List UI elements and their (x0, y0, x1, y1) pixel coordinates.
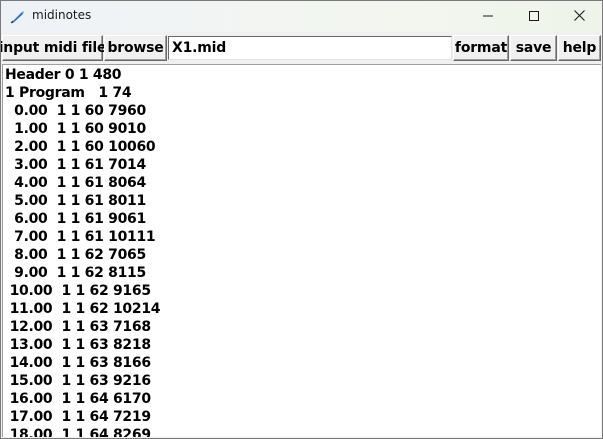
text-line: 7.00 1 1 61 10111 (5, 229, 156, 245)
text-line: 1.00 1 1 60 9010 (5, 121, 146, 137)
text-line: 13.00 1 1 63 8218 (5, 337, 152, 353)
minimize-button[interactable] (465, 1, 511, 32)
text-line: 17.00 1 1 64 7219 (5, 409, 152, 425)
text-line: 16.00 1 1 64 6170 (5, 391, 152, 407)
text-line: 9.00 1 1 62 8115 (5, 265, 146, 281)
format-button[interactable]: format (453, 35, 509, 61)
text-line: 18.00 1 1 64 8269 (5, 427, 152, 437)
text-line: 6.00 1 1 61 9061 (5, 211, 146, 227)
feather-pen-icon (9, 9, 25, 25)
input-midi-file-button[interactable]: input midi file (1, 35, 106, 61)
minimize-icon (483, 8, 493, 26)
app-window: midinotes input midi file browse X1.mid … (0, 0, 603, 439)
text-line: 5.00 1 1 61 8011 (5, 193, 146, 209)
close-button[interactable] (556, 1, 602, 32)
text-line: 15.00 1 1 63 9216 (5, 373, 152, 389)
save-button[interactable]: save (510, 35, 557, 61)
text-line: 8.00 1 1 62 7065 (5, 247, 146, 263)
text-line: 0.00 1 1 60 7960 (5, 103, 146, 119)
text-line: 10.00 1 1 62 9165 (5, 283, 152, 299)
text-line: 4.00 1 1 61 8064 (5, 175, 146, 191)
window-title: midinotes (32, 8, 92, 22)
text-line: 12.00 1 1 63 7168 (5, 319, 152, 335)
close-icon (573, 8, 585, 26)
output-text-area[interactable]: Header 0 1 480 1 Program 1 74 0.00 1 1 6… (2, 64, 601, 437)
browse-button[interactable]: browse (104, 35, 167, 61)
maximize-icon (529, 8, 539, 26)
maximize-button[interactable] (511, 1, 557, 32)
text-line: 2.00 1 1 60 10060 (5, 139, 156, 155)
toolbar: input midi file browse format save help (1, 34, 602, 64)
text-line: Header 0 1 480 (5, 67, 122, 83)
text-line: 3.00 1 1 61 7014 (5, 157, 146, 173)
help-button[interactable]: help (558, 35, 601, 61)
text-line: 11.00 1 1 62 10214 (5, 301, 161, 317)
title-bar[interactable]: midinotes (1, 1, 602, 32)
text-line: 1 Program 1 74 (5, 85, 132, 101)
midi-file-input[interactable] (168, 36, 452, 60)
text-line: 14.00 1 1 63 8166 (5, 355, 152, 371)
